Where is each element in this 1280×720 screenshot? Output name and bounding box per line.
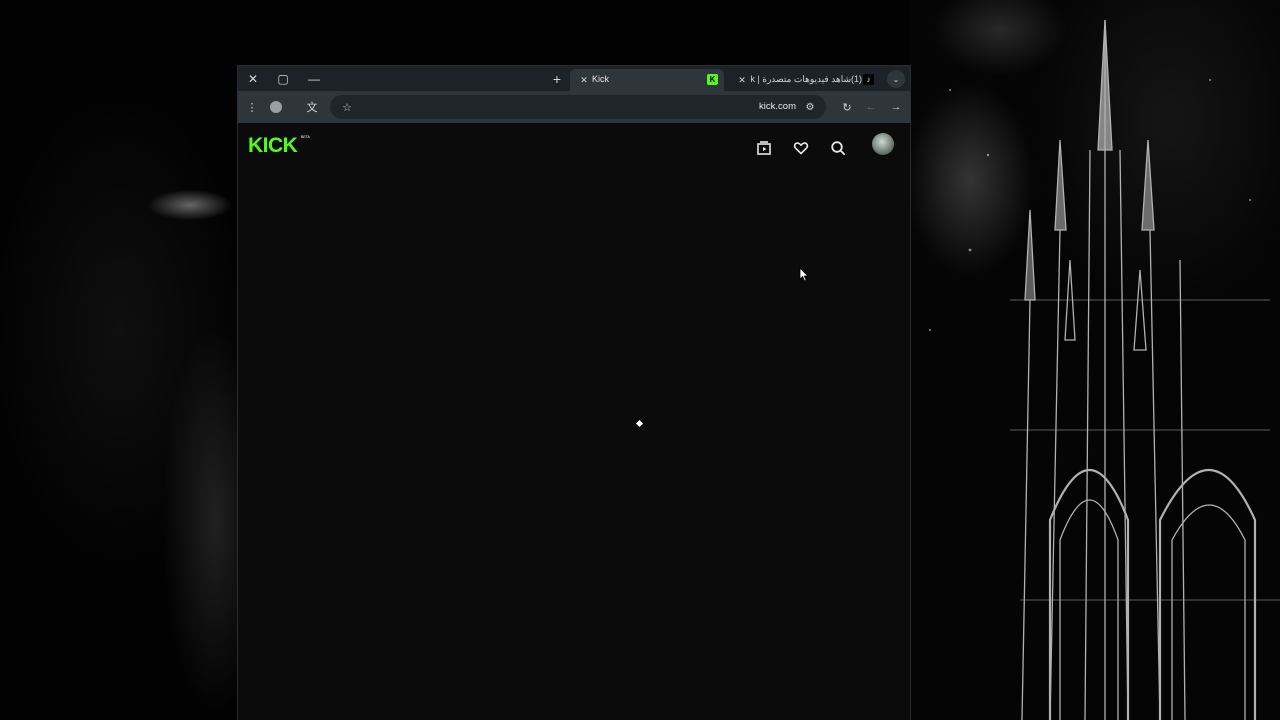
window-minimize-button[interactable]: — [304,69,324,89]
browser-toolbar: ⋮ 文 ☆ kick.com ⚙ ↻ ← → [238,91,910,123]
clips-icon[interactable] [751,135,777,161]
forward-icon[interactable]: → [887,98,905,116]
kick-logo[interactable]: KICK BETA [248,133,314,160]
kick-icon: K [707,74,718,85]
tab-close-icon[interactable]: ✕ [577,73,591,87]
reload-icon[interactable]: ↻ [838,98,856,116]
tab-title: (1)شاهد فيديوهات متصدرة | TikTok [750,74,862,84]
heart-icon[interactable] [788,135,814,161]
browser-menu-icon[interactable]: ⋮ [243,98,261,116]
window-close-button[interactable]: ✕ [243,69,263,89]
tab-title: Kick [592,74,610,84]
wallpaper-left-art [0,0,240,720]
loading-indicator [635,419,644,428]
user-avatar[interactable] [872,133,894,155]
tab-search-button[interactable]: ⌄ [887,70,905,88]
search-icon[interactable] [825,135,851,161]
url-text: kick.com [759,101,796,112]
site-settings-icon[interactable]: ⚙ [802,99,818,115]
page-content: KICK BETA [238,123,910,720]
tab-close-icon[interactable]: ✕ [735,73,749,87]
profile-button[interactable] [267,98,285,116]
profile-avatar-icon [270,101,282,113]
wallpaper-cathedral-art [910,0,1280,720]
browser-window: ✕ ▢ — + ✕ Kick K ✕ (1)شاهد فيديوهات متصد… [238,66,910,720]
new-tab-button[interactable]: + [547,69,567,89]
window-maximize-button[interactable]: ▢ [273,69,293,89]
bookmark-star-icon[interactable]: ☆ [338,98,356,116]
tab-strip: ✕ ▢ — + ✕ Kick K ✕ (1)شاهد فيديوهات متصد… [238,66,910,91]
tiktok-icon: ♪ [863,74,874,85]
address-bar[interactable]: ☆ kick.com ⚙ [330,95,826,119]
back-icon[interactable]: ← [862,98,880,116]
tab-tiktok[interactable]: ✕ (1)شاهد فيديوهات متصدرة | TikTok ♪ [728,69,880,91]
tab-kick[interactable]: ✕ Kick K [570,69,724,91]
mouse-pointer-icon [799,267,809,287]
logo-text: KICK [248,134,298,155]
logo-badge: BETA [301,135,311,139]
translate-icon[interactable]: 文 [303,98,321,116]
